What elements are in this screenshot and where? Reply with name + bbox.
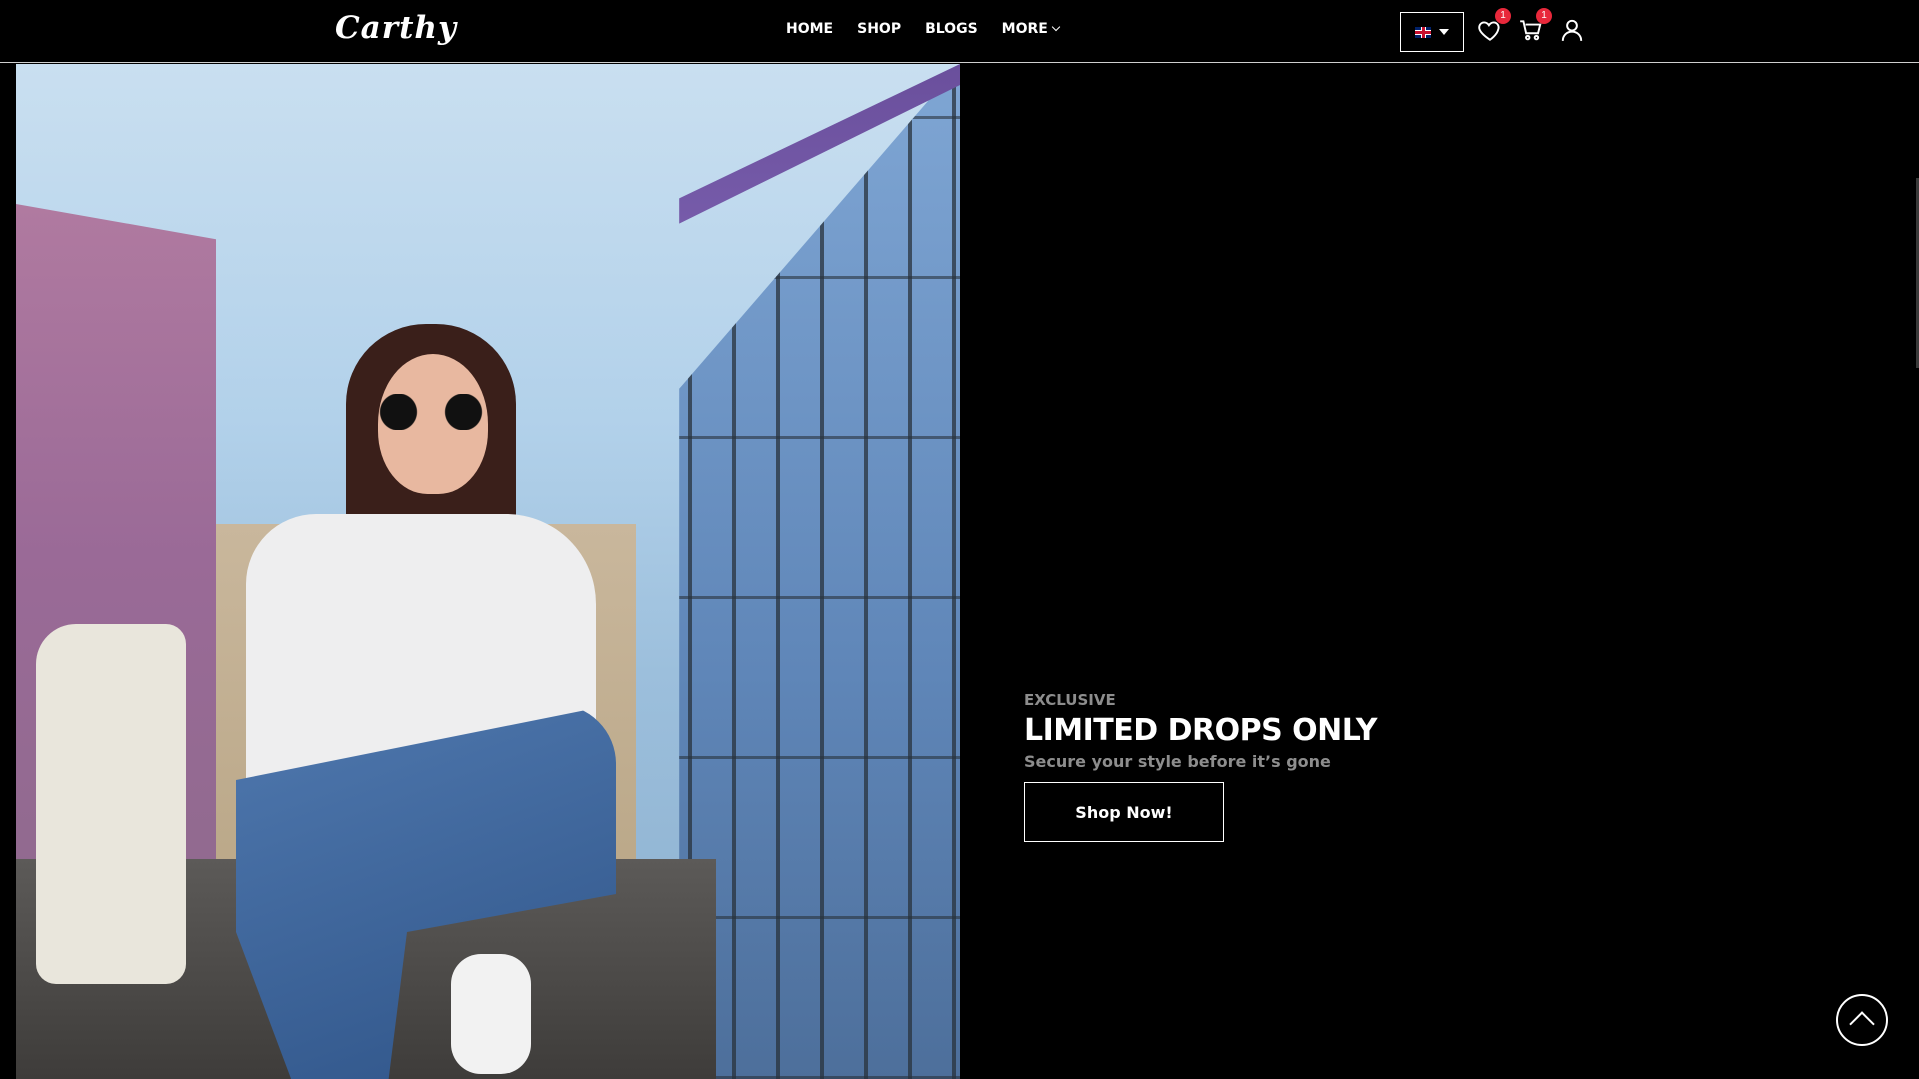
uk-flag-icon: [1415, 26, 1431, 38]
logo[interactable]: Carthy: [335, 10, 457, 46]
cart-count-badge: 1: [1536, 8, 1552, 24]
photo-tote-bag: [36, 624, 186, 984]
shop-now-button[interactable]: Shop Now!: [1024, 782, 1224, 842]
photo-model-shoe: [451, 954, 531, 1074]
hero-text: EXCLUSIVE LIMITED DROPS ONLY Secure your…: [1024, 691, 1377, 842]
hero-photo: [16, 64, 960, 1079]
site-header: Carthy HOME SHOP BLOGS MORE 1 1: [0, 0, 1919, 63]
nav-more[interactable]: MORE: [1001, 21, 1061, 37]
back-to-top-button[interactable]: [1836, 994, 1888, 1046]
nav-blogs-label: BLOGS: [925, 21, 978, 37]
user-icon: [1561, 19, 1583, 41]
language-selector[interactable]: [1400, 12, 1464, 52]
nav-more-label: MORE: [1001, 21, 1048, 37]
chevron-down-icon: [1051, 22, 1061, 32]
hero-eyebrow: EXCLUSIVE: [1024, 691, 1116, 709]
hero-title: LIMITED DROPS ONLY: [1024, 713, 1377, 748]
arrow-up-icon: [1849, 1011, 1875, 1037]
photo-model-sunglasses: [366, 394, 496, 430]
wishlist-button[interactable]: 1: [1477, 8, 1511, 47]
wishlist-count-badge: 1: [1495, 8, 1511, 24]
account-button[interactable]: [1559, 17, 1589, 47]
caret-down-icon: [1439, 29, 1449, 35]
nav-shop-label: SHOP: [857, 21, 902, 37]
photo-model: [206, 264, 666, 1079]
nav-home-label: HOME: [786, 21, 834, 37]
cart-button[interactable]: 1: [1518, 8, 1552, 47]
nav-home[interactable]: HOME: [786, 21, 833, 37]
hero-subtitle: Secure your style before it’s gone: [1024, 752, 1331, 771]
main-nav: HOME SHOP BLOGS MORE: [786, 21, 1061, 37]
nav-shop[interactable]: SHOP: [857, 21, 901, 37]
nav-blogs[interactable]: BLOGS: [925, 21, 978, 37]
